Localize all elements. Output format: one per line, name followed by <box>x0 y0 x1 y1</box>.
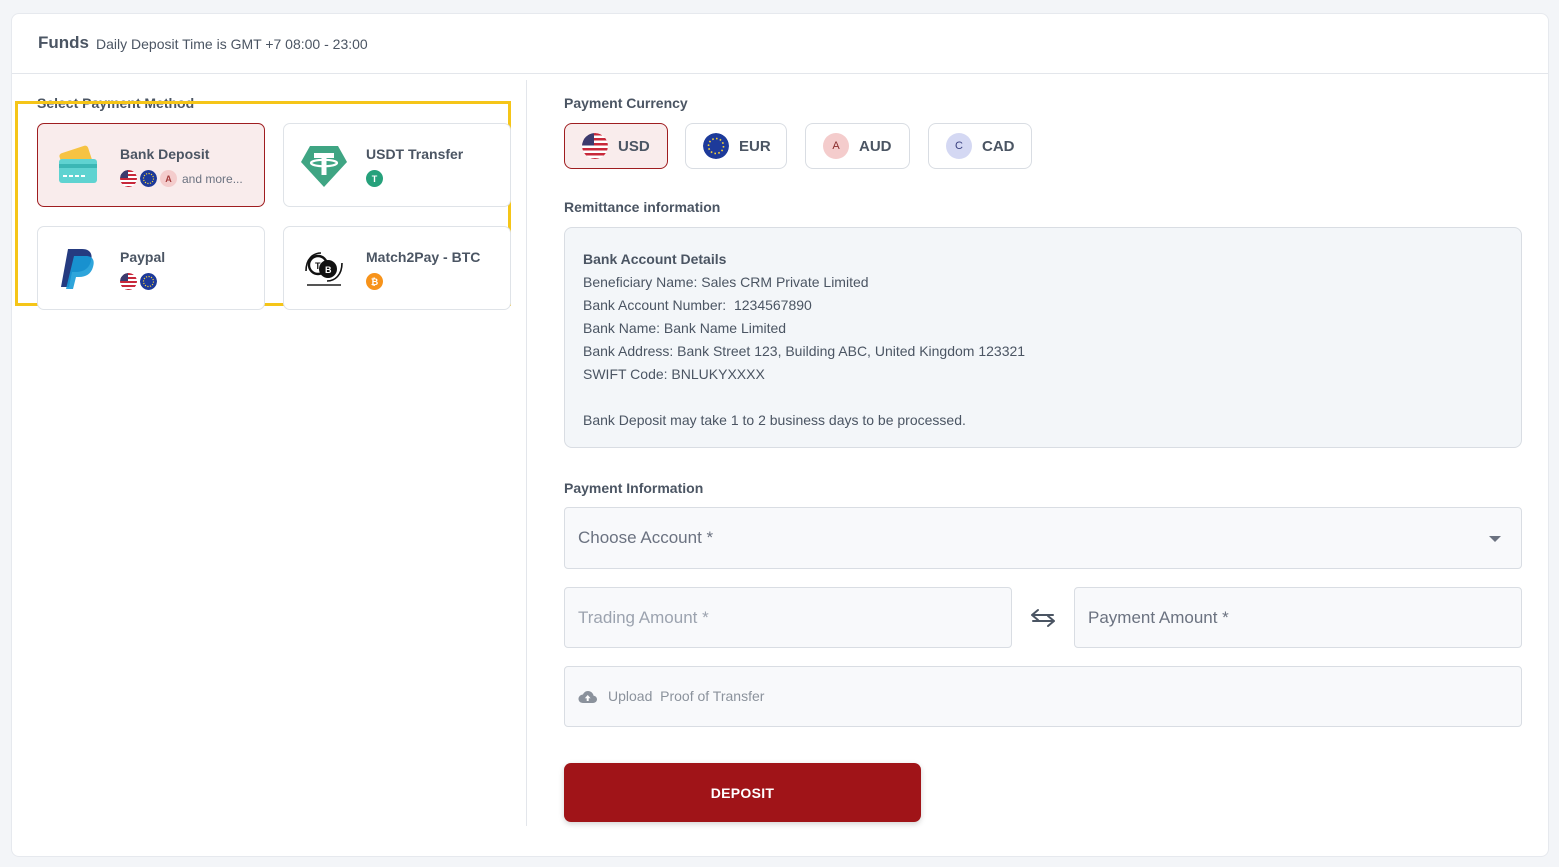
us-flag-icon <box>120 170 137 187</box>
us-flag-icon <box>582 133 608 159</box>
payment-information-label: Payment Information <box>564 480 704 496</box>
aud-badge-icon: A <box>160 170 177 187</box>
payment-method-name: Bank Deposit <box>120 146 210 162</box>
more-currencies-label: and more... <box>182 171 243 186</box>
supported-currencies: A and more... <box>120 170 243 187</box>
beneficiary-name: Beneficiary Name: Sales CRM Private Limi… <box>583 274 869 290</box>
us-flag-icon <box>120 273 137 290</box>
remittance-information-label: Remittance information <box>564 199 721 215</box>
eu-flag-icon <box>140 273 157 290</box>
payment-currency-label: Payment Currency <box>564 95 688 111</box>
credit-card-icon <box>54 142 102 190</box>
paypal-icon <box>54 245 102 293</box>
card-header: Funds Daily Deposit Time is GMT +7 08:00… <box>12 14 1548 74</box>
payment-method-match2pay-btc[interactable]: T B Match2Pay - BTC ₿ <box>283 226 511 310</box>
payment-method-paypal[interactable]: Paypal <box>37 226 265 310</box>
remittance-details-box: Bank Account Details Beneficiary Name: S… <box>564 227 1522 448</box>
aud-badge-icon: A <box>823 133 849 159</box>
currency-code: USD <box>618 137 650 155</box>
swap-arrows-icon[interactable] <box>1029 606 1057 630</box>
usdt-coin-icon: T <box>366 170 383 187</box>
currency-option-cad[interactable]: C CAD <box>928 123 1032 169</box>
choose-account-select[interactable]: Choose Account * <box>564 507 1522 569</box>
payment-method-bank-deposit[interactable]: Bank Deposit A and more... <box>37 123 265 207</box>
currency-option-usd[interactable]: USD <box>564 123 668 169</box>
bank-name: Bank Name: Bank Name Limited <box>583 320 787 336</box>
eu-flag-icon <box>140 170 157 187</box>
svg-text:T: T <box>315 261 321 271</box>
payment-method-name: Match2Pay - BTC <box>366 249 481 265</box>
payment-method-name: USDT Transfer <box>366 146 464 162</box>
payment-method-name: Paypal <box>120 249 166 265</box>
column-divider <box>526 80 527 826</box>
currency-option-aud[interactable]: A AUD <box>805 123 910 169</box>
chevron-down-icon <box>1489 536 1501 542</box>
tether-icon <box>300 142 348 190</box>
bank-account-details-title: Bank Account Details <box>583 251 727 267</box>
bitcoin-icon: ₿ <box>366 273 383 290</box>
supported-currencies <box>120 273 157 290</box>
bank-address: Bank Address: Bank Street 123, Building … <box>583 343 1026 359</box>
trading-amount-input[interactable]: Trading Amount * <box>564 587 1012 648</box>
currency-code: CAD <box>982 137 1015 155</box>
payment-amount-placeholder: Payment Amount * <box>1088 608 1229 627</box>
upload-proof-field[interactable]: Upload Proof of Transfer <box>564 666 1522 727</box>
svg-text:B: B <box>325 265 332 275</box>
payment-amount-input[interactable]: Payment Amount * <box>1074 587 1522 648</box>
currency-code: AUD <box>859 137 892 155</box>
eu-flag-icon <box>703 133 729 159</box>
currency-option-eur[interactable]: EUR <box>685 123 787 169</box>
deposit-button[interactable]: DEPOSIT <box>564 763 921 822</box>
processing-note: Bank Deposit may take 1 to 2 business da… <box>583 412 966 428</box>
swift-code: SWIFT Code: BNLUKYXXXX <box>583 366 765 382</box>
supported-currencies: T <box>366 170 383 187</box>
match2pay-logo-icon: T B <box>300 245 348 293</box>
currency-code: EUR <box>739 137 771 155</box>
deposit-time-note: Daily Deposit Time is GMT +7 08:00 - 23:… <box>96 36 368 52</box>
choose-account-placeholder: Choose Account * <box>578 528 714 547</box>
trading-amount-placeholder: Trading Amount * <box>578 608 709 627</box>
payment-method-usdt-transfer[interactable]: USDT Transfer T <box>283 123 511 207</box>
page-title: Funds <box>38 33 89 52</box>
supported-currencies: ₿ <box>366 273 383 290</box>
upload-proof-label: Upload Proof of Transfer <box>608 688 765 704</box>
cad-badge-icon: C <box>946 133 972 159</box>
cloud-upload-icon <box>578 689 597 709</box>
bank-account-number: Bank Account Number: 1234567890 <box>583 297 812 313</box>
